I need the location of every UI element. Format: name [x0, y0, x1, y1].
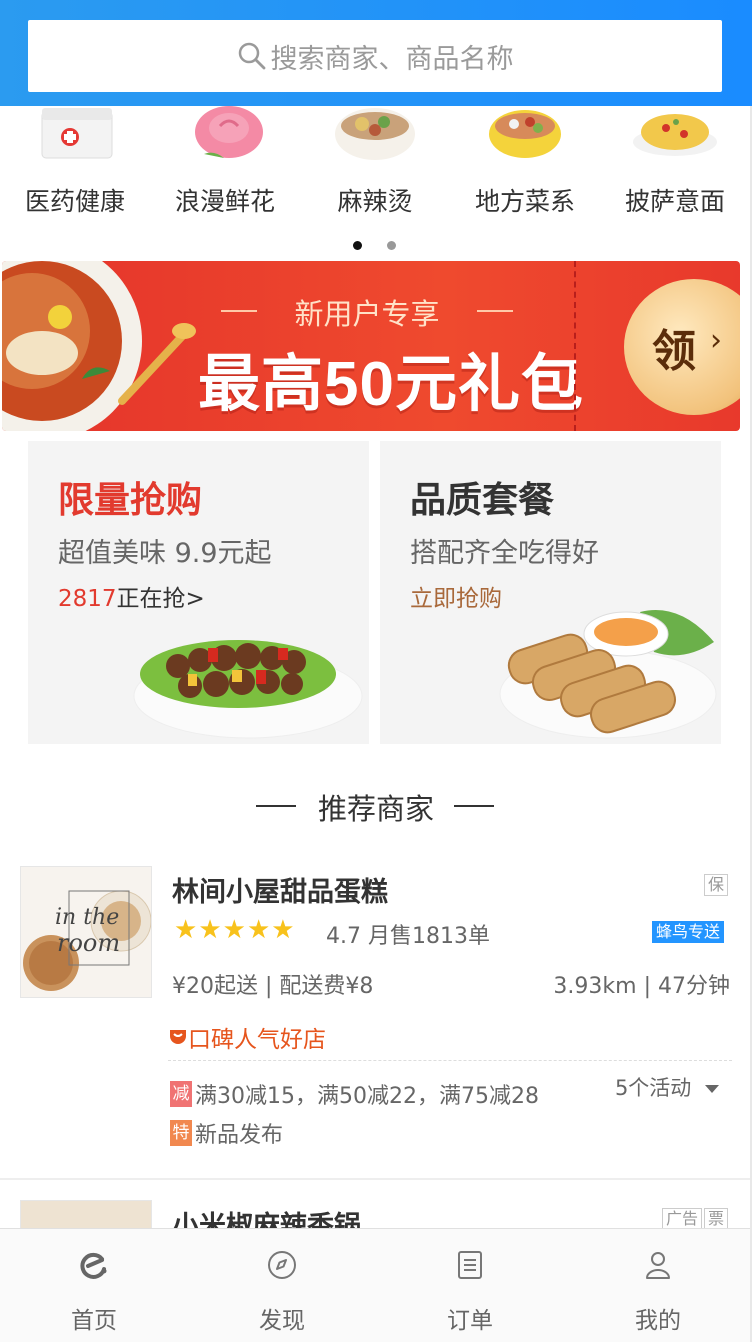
delivery-fee: 配送费¥8 — [279, 974, 374, 999]
tab-discover[interactable]: 发现 — [188, 1229, 376, 1342]
kebab-plate-image — [133, 640, 363, 739]
distance-time: 3.93km | 47分钟 — [553, 968, 730, 1000]
tab-label: 我的 — [635, 1308, 681, 1334]
star-icon: ★ — [222, 915, 246, 945]
invoice-tag: 票 — [704, 1208, 729, 1228]
header-bar: 搜索商家、商品名称 — [0, 0, 752, 106]
rating-and-sales: 4.7 月售1813单 — [326, 918, 490, 950]
promo-title: 限量抢购 — [58, 480, 203, 521]
rose-icon — [195, 106, 263, 158]
fee-info: ¥20起送 | 配送费¥8 — [172, 968, 373, 1000]
category-row: 医药健康 浪漫鲜花 麻辣烫 地方菜系 披萨意面 — [0, 106, 752, 226]
chevron-right-icon: › — [710, 323, 722, 358]
activities-toggle[interactable]: 5个活动 — [615, 1072, 720, 1102]
spring-rolls-image — [499, 610, 717, 739]
carousel-dot-active — [353, 241, 362, 250]
divider — [168, 1060, 732, 1061]
badge-label: 口碑人气好店 — [188, 1027, 326, 1053]
shop-name: 小米椒麻辣香锅 — [172, 1211, 361, 1228]
activities-count: 5个活动 — [614, 1076, 692, 1100]
activity-row: 特 新品发布 — [170, 1117, 283, 1149]
min-order: ¥20起送 — [172, 974, 258, 999]
tab-home[interactable]: 首页 — [0, 1229, 188, 1342]
activity-text: 满30减15，满50减22，满75减28 — [195, 1084, 539, 1109]
star-icon: ★ — [271, 915, 295, 945]
delivery-time: 47分钟 — [658, 974, 730, 999]
category-label: 医药健康 — [24, 187, 125, 216]
guarantee-tag: 保 — [704, 874, 729, 896]
banner-title: 最高50元礼包 — [198, 350, 584, 419]
shop-card[interactable]: 小米椒麻辣香锅 广告 票 — [0, 1198, 752, 1228]
category-label: 披萨意面 — [624, 187, 725, 216]
tab-label: 首页 — [71, 1308, 117, 1334]
category-flowers[interactable]: 浪漫鲜花 — [150, 106, 300, 216]
star-icon: ★ — [174, 915, 198, 945]
tab-orders[interactable]: 订单 — [376, 1229, 564, 1342]
monthly-sales: 月售1813单 — [368, 924, 490, 949]
activity-tag-reduce: 减 — [170, 1081, 192, 1107]
category-label: 浪漫鲜花 — [174, 187, 275, 216]
logo-text-line1: in the — [55, 905, 120, 930]
search-icon — [238, 42, 265, 70]
carousel-indicator — [353, 241, 403, 251]
order-list-icon — [458, 1251, 482, 1279]
category-malatang[interactable]: 麻辣烫 — [300, 106, 450, 216]
distance-separator: | — [643, 974, 651, 999]
search-input[interactable]: 搜索商家、商品名称 — [28, 20, 722, 92]
activity-tag-special: 特 — [170, 1120, 192, 1146]
distance: 3.93km — [553, 974, 637, 999]
banner-subtitle: 新用户专享 — [221, 291, 513, 333]
category-medical[interactable]: 医药健康 — [0, 106, 150, 216]
logo-text-line2: room — [57, 929, 121, 957]
shop-thumbnail — [20, 1200, 152, 1228]
list-separator — [0, 1178, 752, 1180]
category-label: 地方菜系 — [474, 187, 575, 216]
star-icon: ★ — [198, 915, 222, 945]
promo-count: 2817 — [58, 586, 117, 612]
activity-row: 减 满30减15，满50减22，满75减28 — [170, 1078, 539, 1110]
regional-dish-icon — [489, 110, 561, 158]
medical-kit-icon — [41, 108, 113, 159]
delivery-badge: 蜂鸟专送 — [652, 921, 725, 943]
ad-tag: 广告 — [662, 1208, 703, 1228]
category-regional[interactable]: 地方菜系 — [450, 106, 600, 216]
promo-desc: 搭配齐全吃得好 — [410, 538, 599, 569]
promo-link[interactable]: 立即抢购 — [410, 579, 502, 613]
shop-card[interactable]: in the room 林间小屋甜品蛋糕 保 ★ ★ ★ ★ ★ 4.7 月售1813单… — [0, 866, 752, 1178]
claim-label: 领 — [652, 326, 696, 377]
promo-quality-set[interactable]: 品质套餐 搭配齐全吃得好 立即抢购 — [380, 441, 721, 744]
category-label: 麻辣烫 — [337, 187, 413, 216]
rating-stars: ★ ★ ★ ★ ★ — [174, 916, 296, 944]
claim-button[interactable]: 领 › — [624, 279, 740, 415]
shop-name: 林间小屋甜品蛋糕 — [172, 877, 388, 908]
caret-down-icon — [705, 1085, 719, 1093]
search-placeholder: 搜索商家、商品名称 — [270, 43, 514, 75]
pasta-icon — [633, 114, 717, 156]
tab-profile[interactable]: 我的 — [564, 1229, 752, 1342]
activity-text: 新品发布 — [195, 1123, 284, 1148]
banner-coupon-cut — [574, 261, 576, 431]
popular-shop-badge: 口碑人气好店 — [168, 1020, 326, 1054]
rating-score: 4.7 — [326, 924, 361, 949]
promo-flash-sale[interactable]: 限量抢购 超值美味 9.9元起 2817正在抢> — [28, 441, 369, 744]
shop-thumbnail: in the room — [20, 866, 152, 998]
tab-label: 订单 — [447, 1308, 493, 1334]
tab-label: 发现 — [259, 1308, 305, 1334]
spicy-hotpot-bowl-icon — [335, 108, 415, 160]
home-e-icon — [80, 1252, 107, 1279]
profile-icon — [646, 1252, 670, 1279]
bottom-tab-bar: 首页 发现 订单 我的 — [0, 1228, 752, 1342]
food-bowl-image — [2, 261, 196, 431]
category-pizza-pasta[interactable]: 披萨意面 — [600, 106, 750, 216]
compass-icon — [268, 1251, 296, 1279]
carousel-dot — [387, 241, 396, 250]
new-user-banner[interactable]: 新用户专享 最高50元礼包 领 › — [2, 261, 740, 431]
promo-title: 品质套餐 — [410, 480, 555, 521]
promo-desc: 超值美味 9.9元起 — [58, 538, 272, 569]
star-icon: ★ — [246, 915, 271, 945]
koubei-icon — [170, 1030, 186, 1044]
fee-separator: | — [265, 974, 273, 999]
section-title: 推荐商家 — [0, 786, 752, 828]
